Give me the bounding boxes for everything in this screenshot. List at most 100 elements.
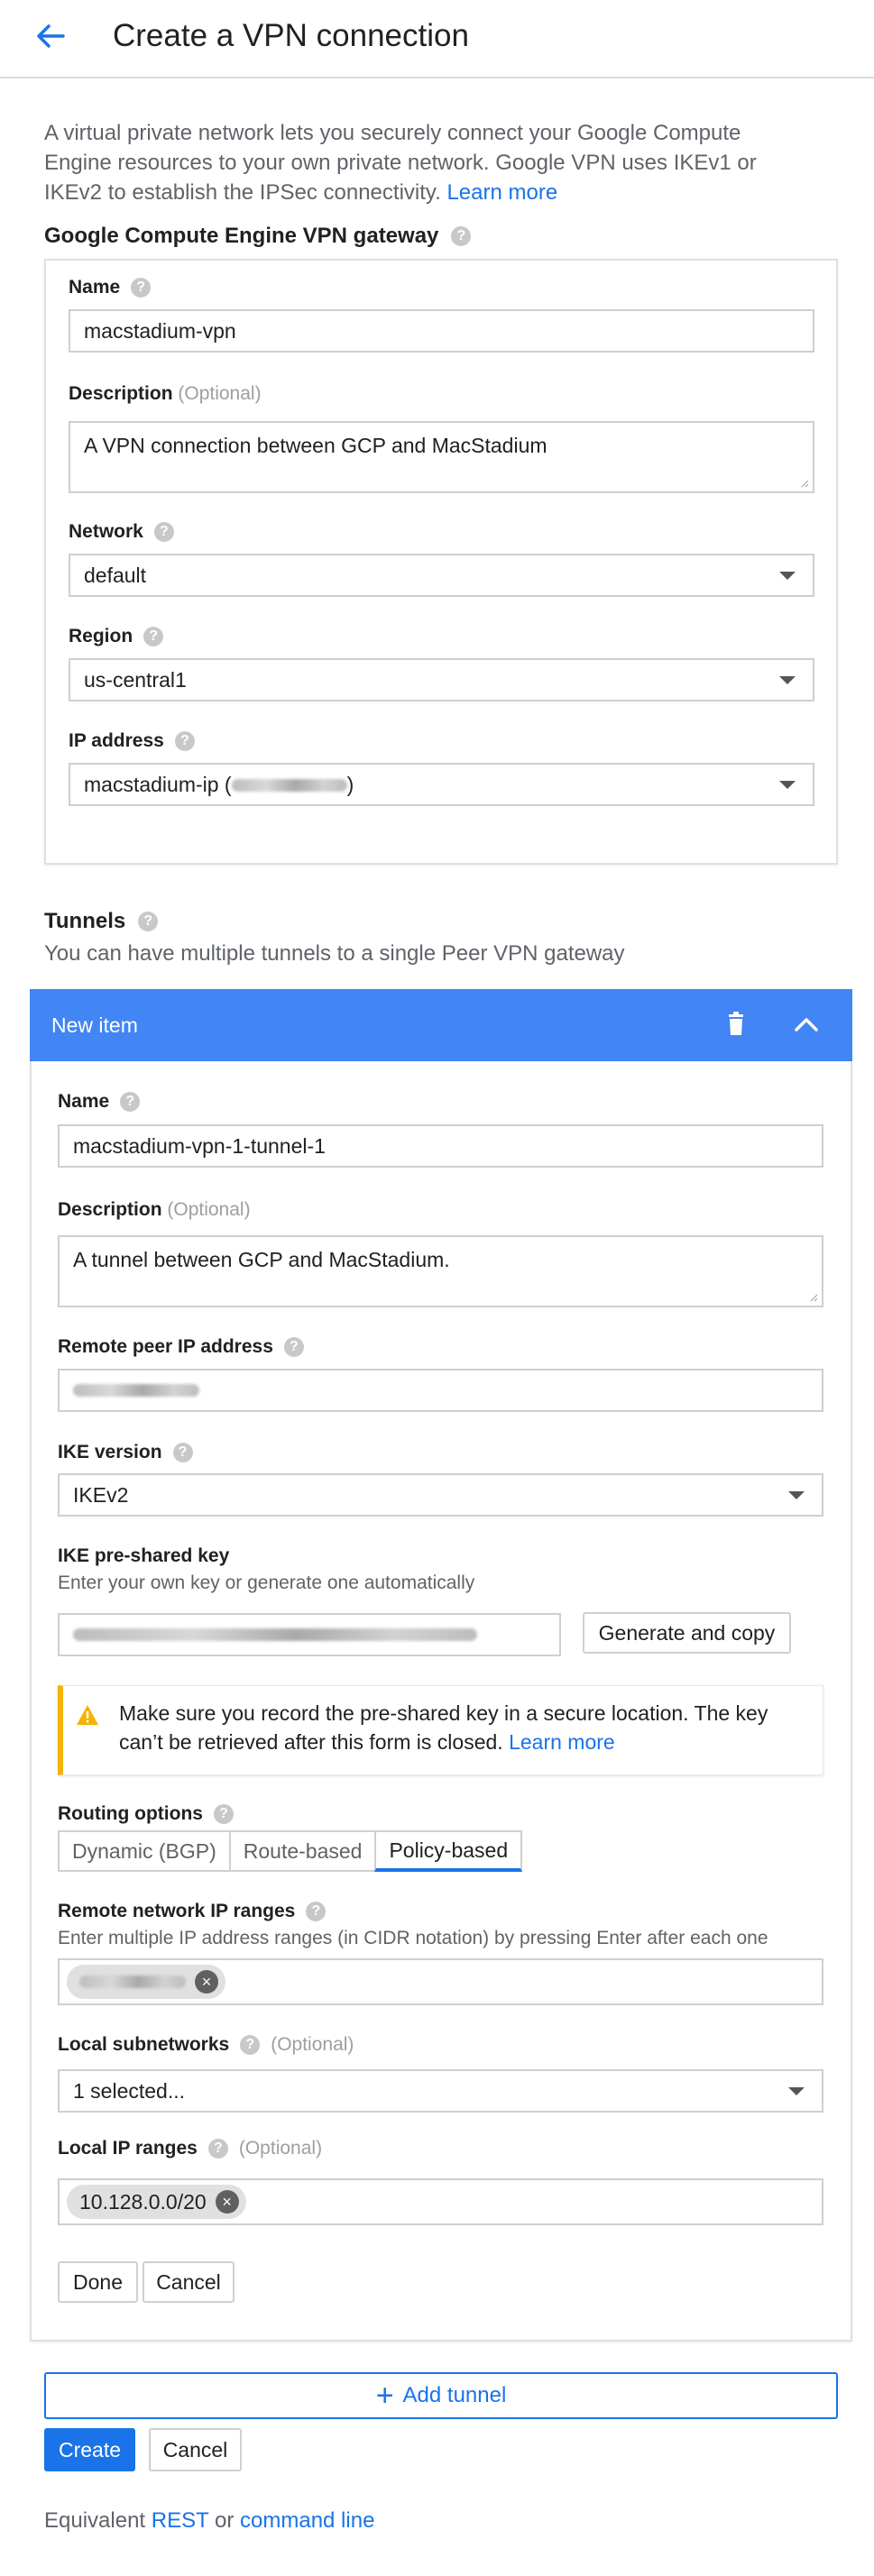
description-label: Description xyxy=(58,1199,162,1220)
help-icon[interactable]: ? xyxy=(138,912,159,931)
network-select[interactable]: default xyxy=(69,554,814,597)
command-line-link[interactable]: command line xyxy=(240,2508,374,2533)
tunnel-cancel-button[interactable]: Cancel xyxy=(143,2261,235,2303)
help-icon[interactable]: ? xyxy=(283,1337,304,1357)
local-ip-ranges-input[interactable]: 10.128.0.0/20 × xyxy=(58,2178,823,2225)
ip-range-chip: 10.128.0.0/20 × xyxy=(67,2185,246,2219)
help-icon[interactable]: ? xyxy=(120,1092,141,1112)
tunnel-description-textarea[interactable]: A tunnel between GCP and MacStadium. xyxy=(58,1235,823,1307)
ip-address-label-text: IP address xyxy=(69,730,164,751)
gateway-description-label-text: Description (Optional) xyxy=(69,382,262,406)
tunnel-description-label: Description (Optional) xyxy=(58,1198,251,1222)
remote-peer-input[interactable] xyxy=(58,1369,823,1412)
tunnel-item-title: New item xyxy=(51,1013,138,1037)
back-button[interactable] xyxy=(32,16,69,56)
region-label-text: Region xyxy=(69,626,133,646)
region-label: Region ? xyxy=(69,625,164,648)
local-subnets-select[interactable]: 1 selected... xyxy=(58,2069,823,2113)
resize-grip-icon[interactable] xyxy=(800,479,809,488)
gateway-description-label: Description (Optional) xyxy=(69,382,262,406)
gateway-description-textarea[interactable]: A VPN connection between GCP and MacStad… xyxy=(69,421,814,493)
arrow-back-icon[interactable] xyxy=(32,16,69,56)
tunnel-name-label: Name ? xyxy=(58,1090,141,1114)
psk-label-text: IKE pre-shared key xyxy=(58,1545,230,1566)
done-button[interactable]: Done xyxy=(58,2261,138,2303)
caret-down-icon xyxy=(788,2086,805,2095)
description-label: Description xyxy=(69,383,173,404)
caret-down-icon xyxy=(779,780,796,789)
chevron-up-icon[interactable] xyxy=(789,1009,823,1040)
plus-icon: + xyxy=(375,2379,394,2413)
gateway-name-input[interactable]: macstadium-vpn xyxy=(69,309,814,353)
tunnel-item-header: New item xyxy=(30,989,852,1061)
network-label: Network ? xyxy=(69,520,174,544)
cancel-button[interactable]: Cancel xyxy=(149,2428,242,2471)
help-icon[interactable]: ? xyxy=(451,226,472,246)
routing-options-label-text: Routing options xyxy=(58,1803,203,1824)
footer-or: or xyxy=(215,2508,235,2533)
routing-option-dynamic-bgp[interactable]: Dynamic (BGP) xyxy=(58,1830,231,1872)
tunnels-subtitle: You can have multiple tunnels to a singl… xyxy=(44,941,625,966)
caret-down-icon xyxy=(779,571,796,580)
routing-option-route-based[interactable]: Route-based xyxy=(228,1830,377,1872)
gateway-heading: Google Compute Engine VPN gateway ? xyxy=(44,223,472,250)
local-ip-ranges-label: Local IP ranges ? (Optional) xyxy=(58,2137,322,2160)
help-icon[interactable]: ? xyxy=(131,278,152,298)
routing-option-policy-based[interactable]: Policy-based xyxy=(374,1830,523,1872)
ip-range-chip: × xyxy=(67,1965,225,1999)
psk-input[interactable] xyxy=(58,1613,561,1656)
help-icon[interactable]: ? xyxy=(172,1443,193,1462)
delete-tunnel-button[interactable] xyxy=(721,1009,751,1040)
psk-warning-banner: Make sure you record the pre-shared key … xyxy=(58,1685,823,1775)
help-icon[interactable]: ? xyxy=(240,2035,261,2055)
routing-options-label: Routing options ? xyxy=(58,1802,234,1826)
rest-link[interactable]: REST xyxy=(152,2508,209,2533)
network-label-text: Network xyxy=(69,521,143,542)
close-circle-icon[interactable]: × xyxy=(215,2190,239,2214)
ike-version-value: IKEv2 xyxy=(73,1482,129,1507)
help-icon[interactable]: ? xyxy=(306,1902,327,1921)
gateway-panel: Name ? macstadium-vpn Description (Optio… xyxy=(44,259,838,865)
remote-ranges-hint: Enter multiple IP address ranges (in CID… xyxy=(58,1928,768,1948)
local-subnets-label: Local subnetworks ? (Optional) xyxy=(58,2033,354,2057)
ip-address-label: IP address ? xyxy=(69,729,195,753)
help-icon[interactable]: ? xyxy=(207,2139,228,2159)
optional-tag: (Optional) xyxy=(238,2138,323,2159)
warning-text: Make sure you record the pre-shared key … xyxy=(119,1699,814,1756)
tunnel-name-input[interactable]: macstadium-vpn-1-tunnel-1 xyxy=(58,1124,823,1168)
help-icon[interactable]: ? xyxy=(213,1804,234,1824)
ip-address-suffix: ) xyxy=(346,772,354,796)
local-subnets-value: 1 selected... xyxy=(73,2078,186,2103)
tunnels-heading-text: Tunnels xyxy=(44,909,126,933)
learn-more-link[interactable]: Learn more xyxy=(509,1730,615,1754)
local-ip-ranges-label-text: Local IP ranges xyxy=(58,2138,198,2159)
remote-ranges-label-text: Remote network IP ranges xyxy=(58,1901,296,1921)
learn-more-link[interactable]: Learn more xyxy=(446,180,557,205)
footer-prefix: Equivalent xyxy=(44,2508,146,2533)
page-header: Create a VPN connection xyxy=(0,0,874,78)
help-icon[interactable]: ? xyxy=(153,522,174,542)
help-icon[interactable]: ? xyxy=(143,627,164,646)
create-button[interactable]: Create xyxy=(44,2428,135,2471)
add-tunnel-button[interactable]: + Add tunnel xyxy=(44,2372,838,2419)
region-select[interactable]: us-central1 xyxy=(69,658,814,701)
ip-address-select[interactable]: macstadium-ip () xyxy=(69,763,814,806)
generate-and-copy-button[interactable]: Generate and copy xyxy=(583,1612,791,1654)
help-icon[interactable]: ? xyxy=(174,731,195,751)
gateway-heading-text: Google Compute Engine VPN gateway xyxy=(44,224,439,248)
ip-address-prefix: macstadium-ip ( xyxy=(84,772,232,796)
intro-text: A virtual private network lets you secur… xyxy=(44,118,784,207)
warning-icon xyxy=(77,1705,98,1725)
resize-grip-icon[interactable] xyxy=(809,1293,818,1302)
page-title: Create a VPN connection xyxy=(113,18,469,53)
redacted-ip xyxy=(79,1976,186,1988)
tunnel-name-value: macstadium-vpn-1-tunnel-1 xyxy=(73,1133,326,1158)
remote-ranges-input[interactable]: × xyxy=(58,1958,823,2005)
collapse-button[interactable] xyxy=(789,1009,823,1040)
ike-version-select[interactable]: IKEv2 xyxy=(58,1473,823,1517)
add-tunnel-label: Add tunnel xyxy=(402,2383,507,2407)
trash-icon[interactable] xyxy=(721,1009,751,1040)
remote-peer-label: Remote peer IP address ? xyxy=(58,1335,304,1359)
tunnel-description-label-text: Description (Optional) xyxy=(58,1198,251,1222)
close-circle-icon[interactable]: × xyxy=(195,1970,218,1994)
